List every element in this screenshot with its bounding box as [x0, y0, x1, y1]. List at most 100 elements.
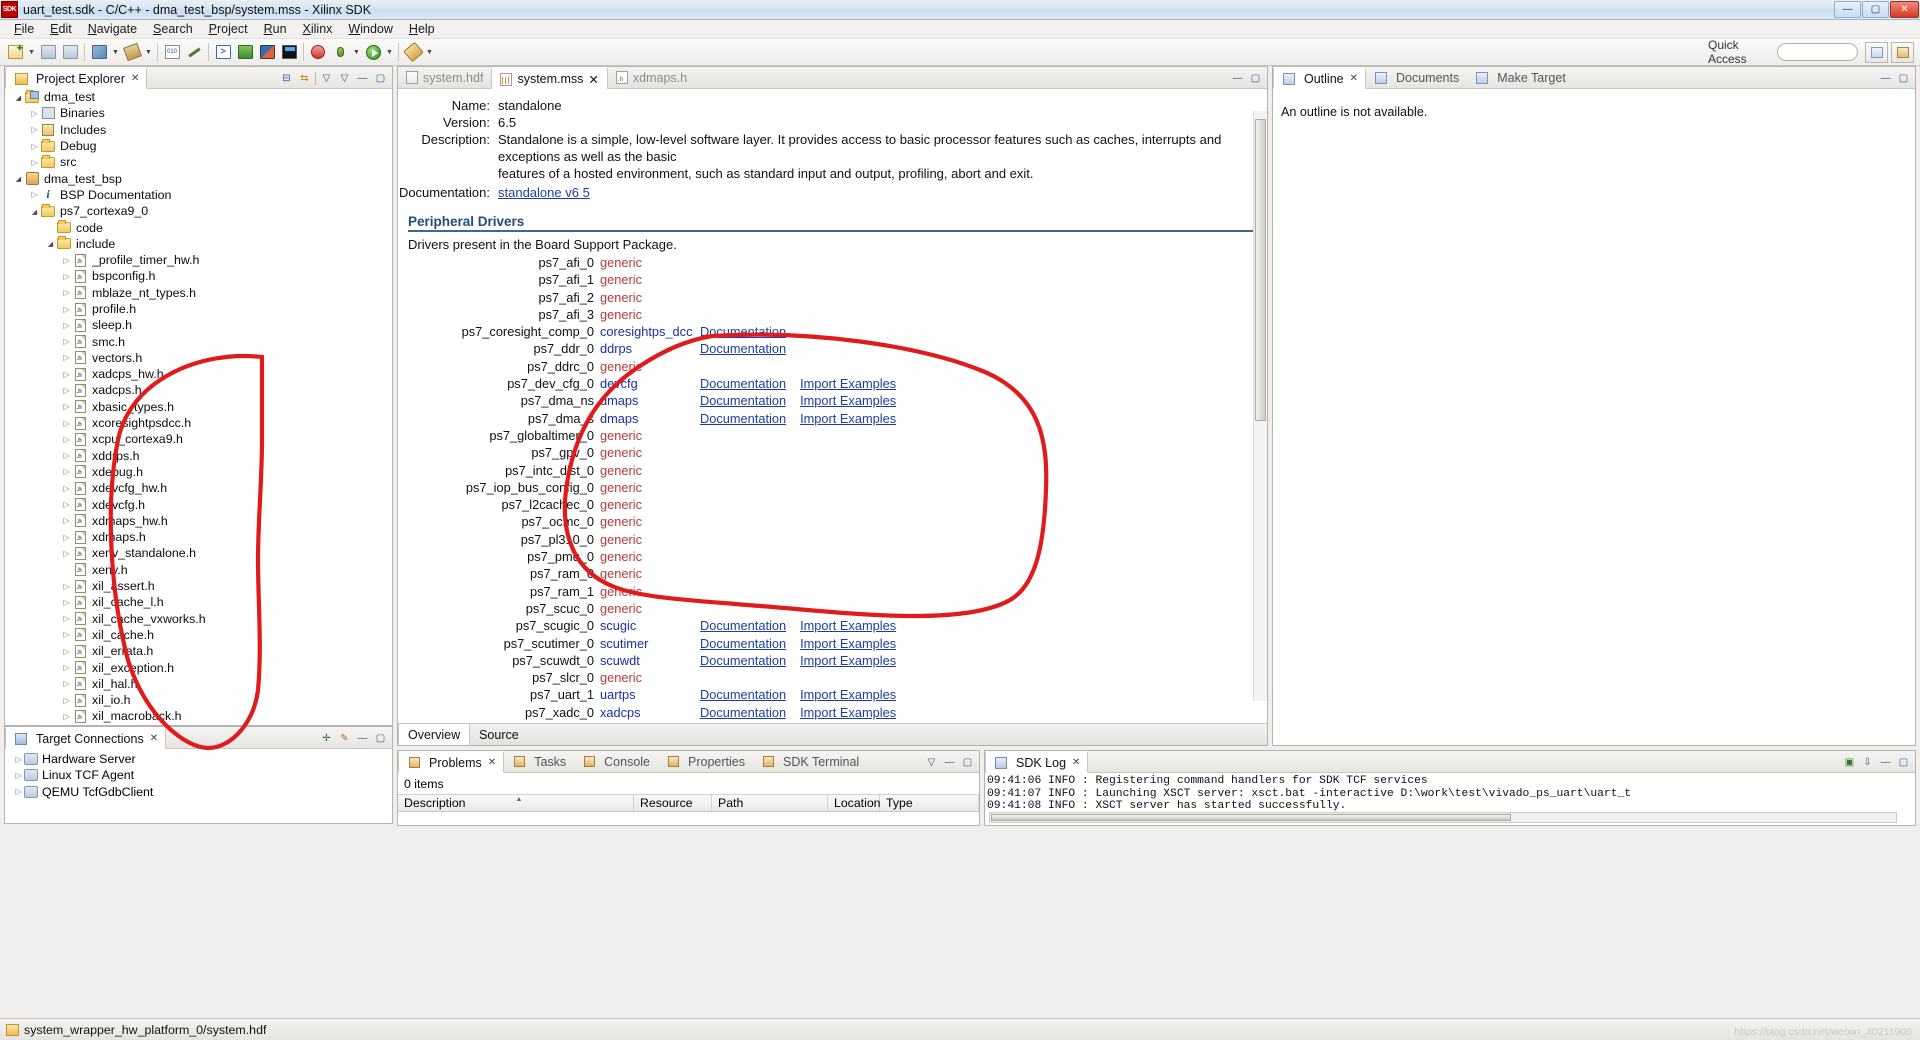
- collapse-all-icon[interactable]: ⊟: [279, 71, 294, 86]
- tree-item-xil-exception-h[interactable]: xil_exception.h: [5, 659, 392, 675]
- documentation-link[interactable]: Documentation: [700, 618, 786, 633]
- tab-properties[interactable]: Properties: [658, 751, 753, 772]
- tree-item-xcpu-cortexa9-h[interactable]: xcpu_cortexa9.h: [5, 431, 392, 447]
- tree-item-dma-test[interactable]: dma_test: [5, 89, 392, 105]
- expand-twisty-icon[interactable]: [61, 256, 72, 265]
- documentation-link[interactable]: Documentation: [700, 324, 786, 339]
- maximize-icon[interactable]: ▢: [1248, 71, 1263, 86]
- standalone-doc-link[interactable]: standalone v6 5: [498, 185, 590, 200]
- build-all-icon[interactable]: [88, 41, 110, 63]
- menu-window[interactable]: Window: [340, 20, 400, 38]
- xsct-console-icon[interactable]: [256, 41, 278, 63]
- maximize-icon[interactable]: ▢: [1896, 755, 1911, 770]
- tab-outline[interactable]: Outline ✕: [1273, 67, 1366, 89]
- driver-name[interactable]: coresightps_dcc: [600, 323, 700, 340]
- problems-column-location[interactable]: Location: [828, 795, 881, 811]
- tree-item-src[interactable]: src: [5, 154, 392, 170]
- expand-twisty-icon[interactable]: [13, 787, 24, 796]
- maximize-icon[interactable]: ▢: [373, 731, 388, 746]
- collapse-twisty-icon[interactable]: [29, 207, 40, 216]
- driver-name[interactable]: devcfg: [600, 375, 700, 392]
- menu-xilinx[interactable]: Xilinx: [295, 20, 341, 38]
- expand-twisty-icon[interactable]: [61, 516, 72, 525]
- minimize-icon[interactable]: —: [942, 755, 957, 770]
- minimize-icon[interactable]: —: [1878, 71, 1893, 86]
- problems-column-type[interactable]: Type: [880, 795, 979, 811]
- tab-project-explorer[interactable]: Project Explorer ✕: [5, 67, 148, 89]
- close-window-button[interactable]: ✕: [1890, 1, 1919, 18]
- tree-item-xdebug-h[interactable]: xdebug.h: [5, 464, 392, 480]
- save-icon[interactable]: [37, 41, 59, 63]
- menu-file[interactable]: File: [6, 20, 42, 38]
- close-icon[interactable]: ✕: [150, 733, 158, 744]
- documentation-link[interactable]: Documentation: [700, 376, 786, 391]
- expand-twisty-icon[interactable]: [61, 630, 72, 639]
- tree-item-debug[interactable]: Debug: [5, 138, 392, 154]
- tree-item-binaries[interactable]: Binaries: [5, 105, 392, 121]
- tab-sdk-terminal[interactable]: SDK Terminal: [753, 751, 867, 772]
- import-examples-link[interactable]: Import Examples: [800, 687, 896, 702]
- driver-name[interactable]: scutimer: [600, 635, 700, 652]
- tree-item-xil-cache-vxworks-h[interactable]: xil_cache_vxworks.h: [5, 611, 392, 627]
- expand-twisty-icon[interactable]: [61, 419, 72, 428]
- driver-name[interactable]: scugic: [600, 617, 700, 634]
- expand-twisty-icon[interactable]: [61, 288, 72, 297]
- save-all-icon[interactable]: [59, 41, 81, 63]
- minimize-icon[interactable]: —: [1230, 71, 1245, 86]
- expand-twisty-icon[interactable]: [29, 190, 40, 199]
- tree-item-xcoresightpsdcc-h[interactable]: xcoresightpsdcc.h: [5, 415, 392, 431]
- minimize-icon[interactable]: —: [355, 71, 370, 86]
- cpp-perspective-icon[interactable]: [1891, 42, 1914, 63]
- expand-twisty-icon[interactable]: [61, 696, 72, 705]
- view-menu-icon[interactable]: ▽: [337, 71, 352, 86]
- editor-page-tab-source[interactable]: Source: [470, 724, 528, 745]
- link-with-editor-icon[interactable]: ⇆: [297, 71, 312, 86]
- expand-twisty-icon[interactable]: [61, 582, 72, 591]
- driver-name[interactable]: scuwdt: [600, 652, 700, 669]
- problems-column-description[interactable]: Description ▲: [398, 795, 634, 811]
- maximize-window-button[interactable]: ▢: [1862, 1, 1889, 18]
- import-examples-link[interactable]: Import Examples: [800, 653, 896, 668]
- editor-tab-xdmaps-h[interactable]: xdmaps.h: [608, 67, 695, 88]
- tab-tasks[interactable]: Tasks: [504, 751, 574, 772]
- expand-twisty-icon[interactable]: [61, 451, 72, 460]
- tab-problems[interactable]: Problems ✕: [398, 751, 505, 773]
- sdk-terminal-icon[interactable]: [278, 41, 300, 63]
- expand-twisty-icon[interactable]: [61, 679, 72, 688]
- tree-item-xil-hal-h[interactable]: xil_hal.h: [5, 676, 392, 692]
- tab-sdk-log[interactable]: SDK Log ✕: [985, 751, 1089, 773]
- editor-tab-system-mss[interactable]: system.mss ✕: [491, 67, 608, 89]
- tree-item--profile-timer-hw-h[interactable]: _profile_timer_hw.h: [5, 252, 392, 268]
- terminal-icon[interactable]: >: [212, 41, 234, 63]
- expand-twisty-icon[interactable]: [61, 647, 72, 656]
- expand-twisty-icon[interactable]: [61, 712, 72, 721]
- open-perspective-icon[interactable]: [1865, 42, 1888, 63]
- new-wizard-dropdown[interactable]: ▼: [26, 41, 37, 63]
- tree-item-xdevcfg-hw-h[interactable]: xdevcfg_hw.h: [5, 480, 392, 496]
- menu-project[interactable]: Project: [201, 20, 256, 38]
- expand-twisty-icon[interactable]: [13, 771, 24, 780]
- menu-edit[interactable]: Edit: [42, 20, 80, 38]
- target-connection-qemu-tcfgdbclient[interactable]: QEMU TcfGdbClient: [5, 784, 392, 800]
- tree-item-xenv-h[interactable]: xenv.h: [5, 562, 392, 578]
- quick-access-input[interactable]: [1777, 43, 1858, 61]
- target-connection-hardware-server[interactable]: Hardware Server: [5, 751, 392, 767]
- editor-page-tab-overview[interactable]: Overview: [398, 723, 471, 745]
- import-examples-link[interactable]: Import Examples: [800, 636, 896, 651]
- tree-item-xil-macroback-h[interactable]: xil_macroback.h: [5, 708, 392, 724]
- tree-item-xil-cache-l-h[interactable]: xil_cache_l.h: [5, 594, 392, 610]
- target-connection-linux-tcf-agent[interactable]: Linux TCF Agent: [5, 767, 392, 783]
- import-examples-link[interactable]: Import Examples: [800, 705, 896, 720]
- tree-item-bspconfig-h[interactable]: bspconfig.h: [5, 268, 392, 284]
- expand-twisty-icon[interactable]: [61, 353, 72, 362]
- expand-twisty-icon[interactable]: [61, 321, 72, 330]
- expand-twisty-icon[interactable]: [61, 484, 72, 493]
- problems-column-path[interactable]: Path: [712, 795, 828, 811]
- minimize-icon[interactable]: —: [355, 731, 370, 746]
- tree-item-mblaze-nt-types-h[interactable]: mblaze_nt_types.h: [5, 285, 392, 301]
- tree-item-xdevcfg-h[interactable]: xdevcfg.h: [5, 496, 392, 512]
- tree-item-dma-test-bsp[interactable]: dma_test_bsp: [5, 170, 392, 186]
- editor-vertical-scrollbar[interactable]: [1253, 111, 1267, 701]
- view-menu-icon[interactable]: ▽: [924, 755, 939, 770]
- driver-name[interactable]: ddrps: [600, 340, 700, 357]
